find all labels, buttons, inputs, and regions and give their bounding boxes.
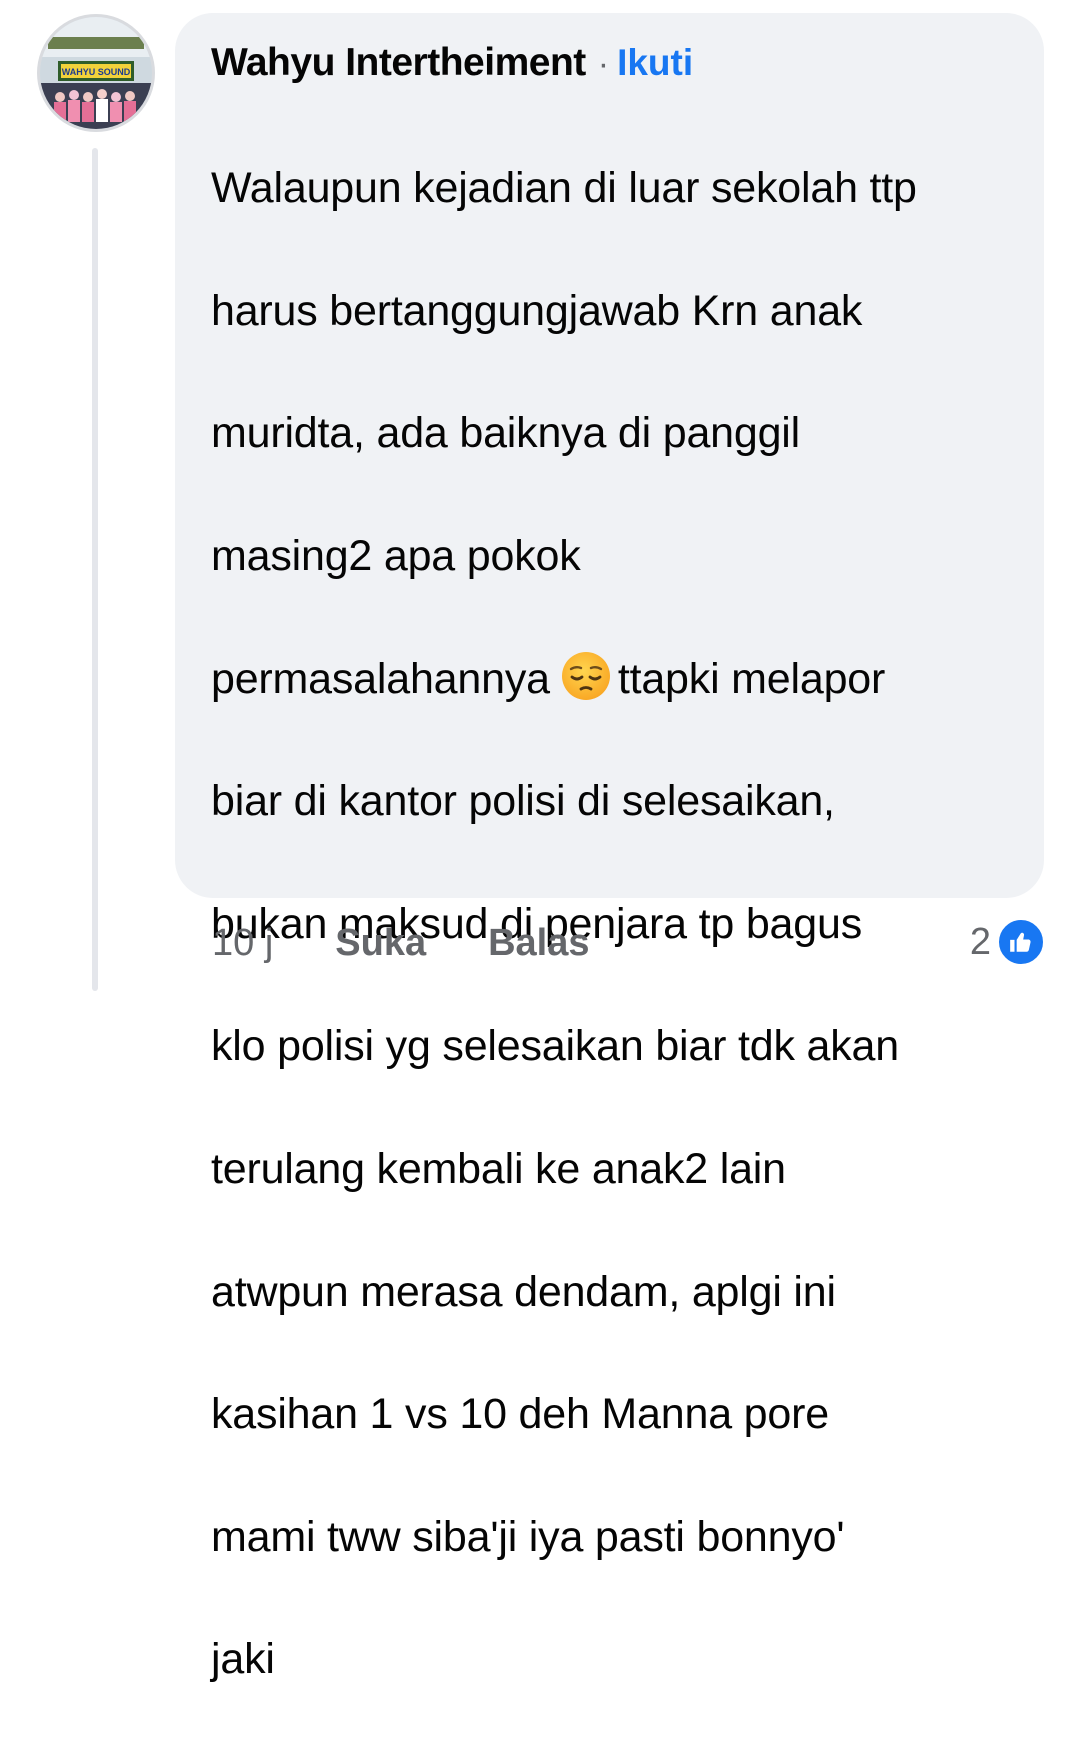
comment-line: terulang kembali ke anak2 lain bbox=[211, 1145, 786, 1194]
separator-dot: · bbox=[597, 45, 610, 83]
author-name[interactable]: Wahyu Intertheiment bbox=[211, 41, 586, 85]
avatar-image: WAHYU SOUND bbox=[40, 17, 152, 129]
comment-line-part: permasalahannya bbox=[211, 654, 550, 703]
pensive-face-icon bbox=[561, 651, 610, 700]
comment-line: masing2 apa pokok bbox=[211, 532, 581, 581]
comment-timestamp[interactable]: 10 j bbox=[212, 922, 273, 965]
comment-line: jaki bbox=[211, 1635, 275, 1684]
comment-line: kasihan 1 vs 10 deh Manna pore bbox=[211, 1390, 829, 1439]
comment-line: atwpun merasa dendam, aplgi ini bbox=[211, 1267, 836, 1316]
avatar[interactable]: WAHYU SOUND bbox=[37, 14, 155, 132]
comment-header: Wahyu Intertheiment · Ikuti bbox=[211, 41, 1014, 91]
comment-bubble: Wahyu Intertheiment · Ikuti Walaupun kej… bbox=[175, 13, 1044, 1683]
reply-button[interactable]: Balas bbox=[488, 922, 589, 965]
comment-line-part: ttapki melapor bbox=[617, 654, 886, 703]
comment-line: muridta, ada baiknya di panggil bbox=[211, 409, 801, 458]
comment-line: Walaupun kejadian di luar sekolah ttp bbox=[211, 164, 917, 213]
like-button[interactable]: Suka bbox=[335, 922, 426, 965]
comment-line: klo polisi yg selesaikan biar tdk akan bbox=[211, 1022, 899, 1071]
like-icon bbox=[997, 918, 1045, 966]
reaction-count: 2 bbox=[969, 920, 991, 963]
comment-actions: 10 j Suka Balas bbox=[212, 918, 590, 968]
reaction-summary[interactable]: 2 bbox=[970, 916, 1045, 968]
comment-line: biar di kantor polisi di selesaikan, bbox=[211, 777, 835, 826]
comment-line-with-emoji: permasalahannya ttapki melapor bbox=[211, 649, 1014, 710]
follow-button[interactable]: Ikuti bbox=[617, 42, 693, 84]
thumbs-up-icon bbox=[1010, 932, 1031, 952]
comment-line: harus bertanggungjawab Krn anak bbox=[211, 286, 863, 335]
comment-line: mami tww siba'ji iya pasti bonnyo' bbox=[211, 1512, 845, 1561]
avatar-logo-text: WAHYU SOUND bbox=[62, 67, 131, 77]
thread-line bbox=[92, 148, 98, 991]
